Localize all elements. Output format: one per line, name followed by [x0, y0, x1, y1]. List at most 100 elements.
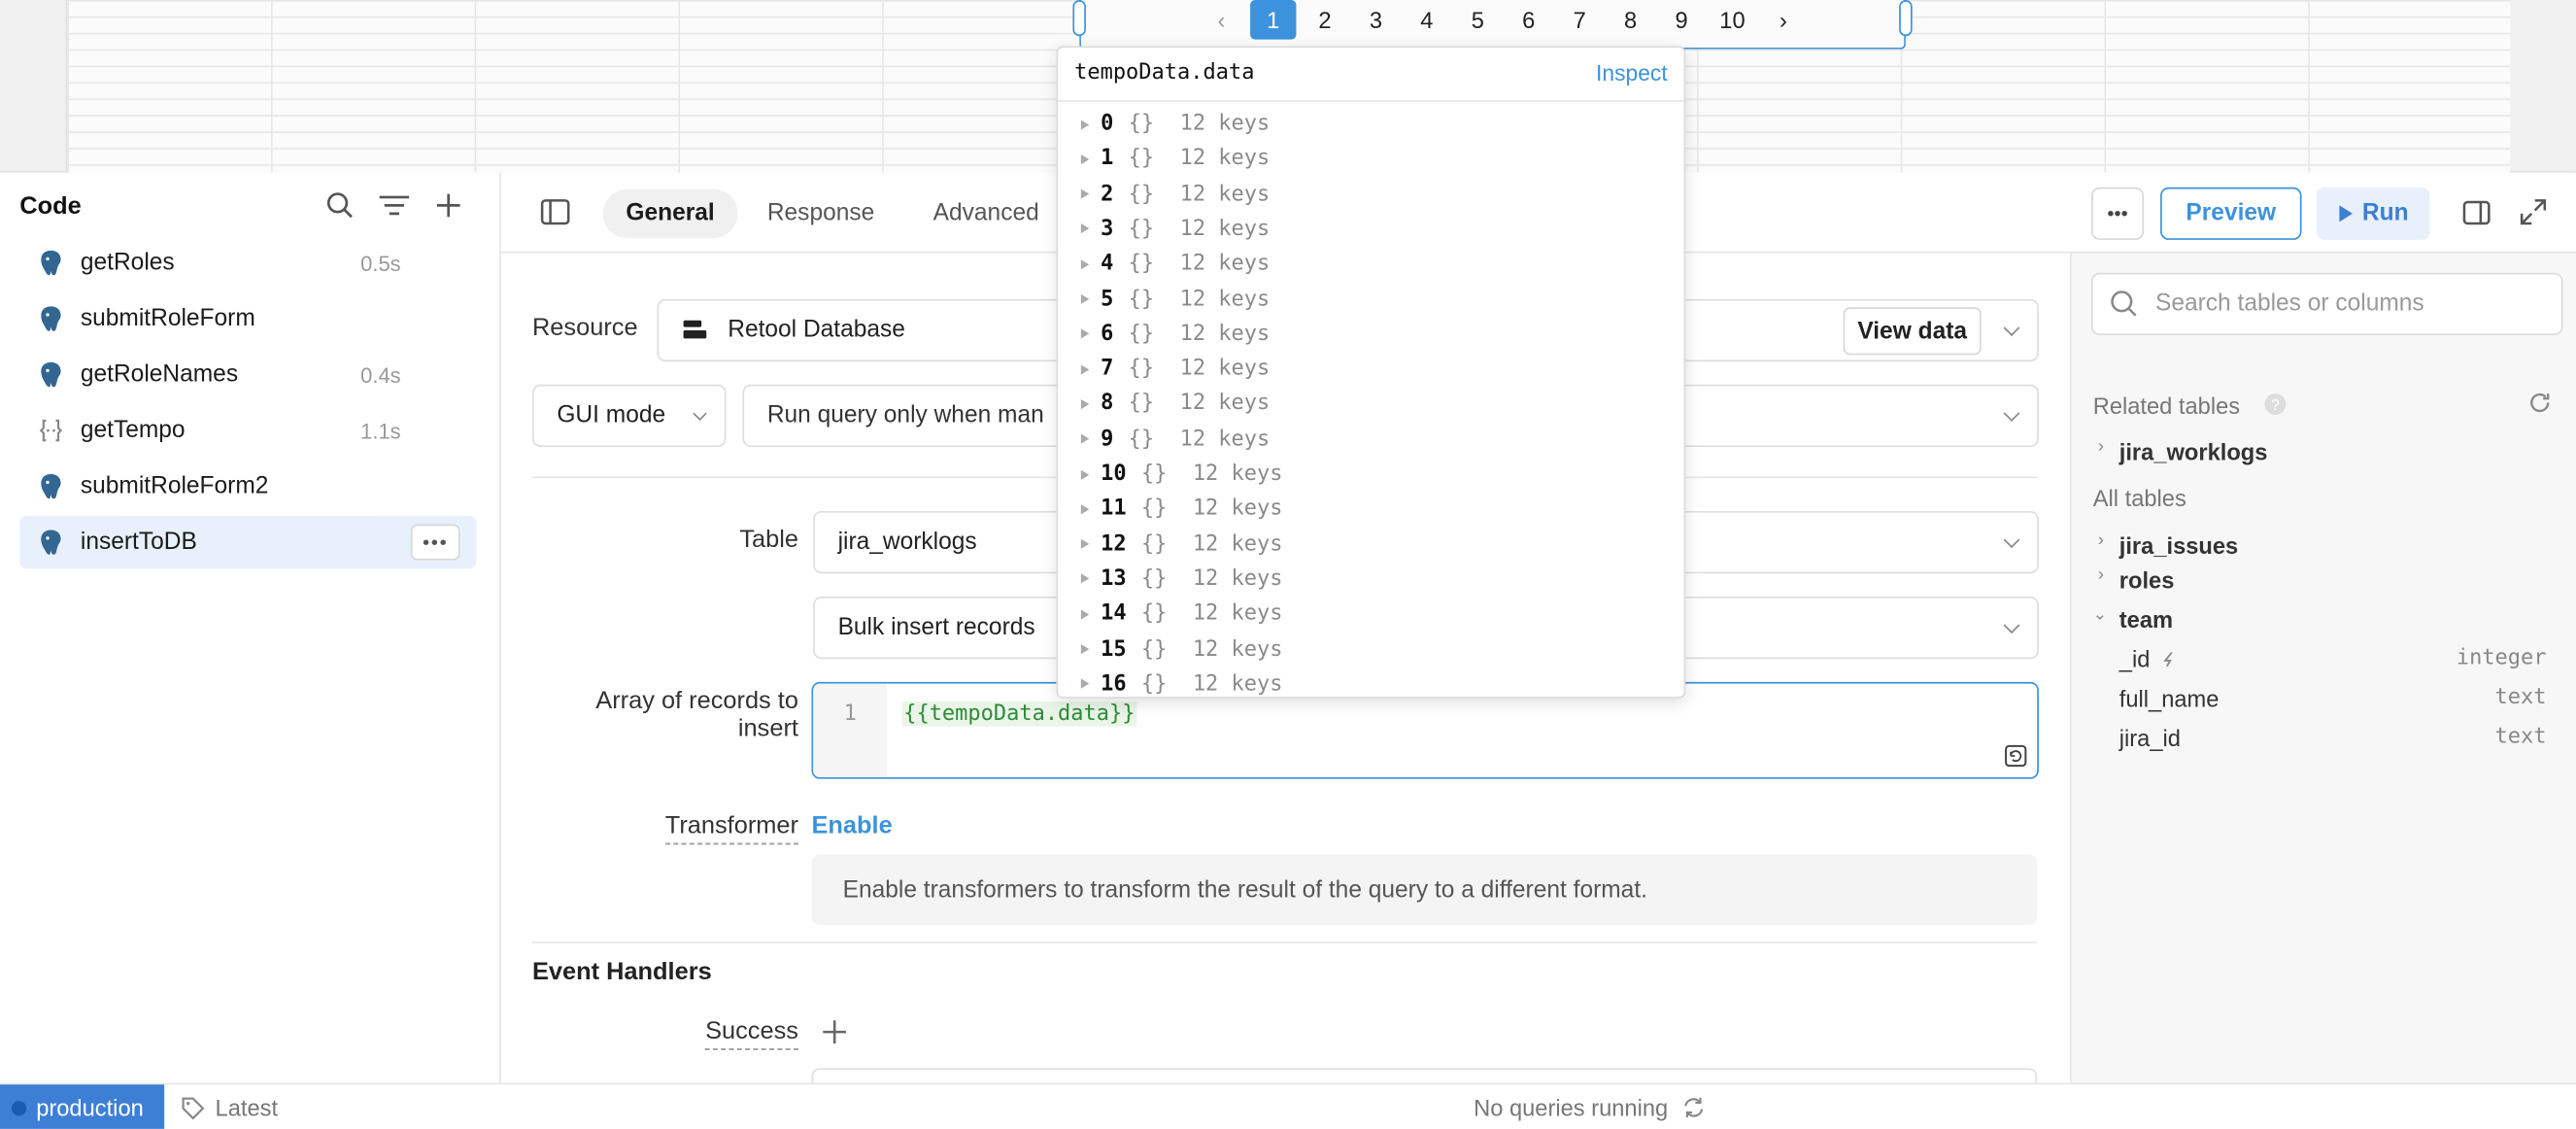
query-item-submitroleform2[interactable]: submitRoleForm2 — [19, 461, 476, 513]
popup-row[interactable]: 16 {} 12 keys — [1080, 667, 1282, 697]
popup-row[interactable]: 7 {} 12 keys — [1080, 352, 1270, 387]
query-item-getrolenames[interactable]: getRoleNames 0.4s — [19, 349, 476, 401]
query-item-inserttodb[interactable]: insertToDB ••• — [19, 516, 477, 569]
expand-arrow-icon[interactable] — [1080, 573, 1090, 585]
popup-row[interactable]: 9 {} 12 keys — [1080, 422, 1270, 457]
expand-arrow-icon[interactable] — [1080, 608, 1090, 620]
key-icon — [2163, 651, 2173, 667]
page-6-button[interactable]: 6 — [1504, 0, 1554, 40]
popup-row[interactable]: 13 {} 12 keys — [1080, 562, 1282, 597]
table-item[interactable]: roles — [2119, 566, 2175, 593]
expand-arrow-icon[interactable] — [1080, 328, 1090, 339]
split-view-icon[interactable] — [2462, 200, 2491, 225]
more-actions-button[interactable]: ••• — [2091, 187, 2145, 240]
expand-arrow-icon[interactable] — [1080, 538, 1090, 550]
resize-handle-left[interactable] — [1072, 0, 1086, 37]
popup-row[interactable]: 14 {} 12 keys — [1080, 597, 1282, 632]
popup-row[interactable]: 2 {} 12 keys — [1080, 177, 1270, 212]
query-item-getroles[interactable]: getRoles 0.5s — [19, 237, 476, 290]
next-page-icon[interactable]: › — [1758, 0, 1809, 40]
expand-arrow-icon[interactable] — [1080, 293, 1090, 304]
popup-row[interactable]: 6 {} 12 keys — [1080, 317, 1270, 352]
run-button[interactable]: Run — [2316, 187, 2430, 240]
preview-button[interactable]: Preview — [2160, 187, 2302, 240]
page-8-button[interactable]: 8 — [1605, 0, 1655, 40]
run-label: Run — [2361, 200, 2409, 227]
popup-row[interactable]: 15 {} 12 keys — [1080, 632, 1282, 667]
popup-row[interactable]: 11 {} 12 keys — [1080, 492, 1282, 527]
tab-advanced[interactable]: Advanced — [910, 188, 1062, 238]
expand-arrow-icon[interactable] — [1080, 223, 1090, 234]
expand-arrow-icon[interactable] — [1080, 433, 1090, 444]
toggle-panel-icon[interactable] — [540, 199, 570, 225]
expand-arrow-icon[interactable] — [1080, 503, 1090, 515]
expand-arrow-icon[interactable] — [1080, 119, 1090, 129]
popup-row[interactable]: 12 {} 12 keys — [1080, 527, 1283, 562]
table-item-expanded[interactable]: team — [2119, 606, 2173, 633]
schema-panel: Search tables or columns Related tables … — [2070, 253, 2576, 1083]
expand-editor-icon[interactable] — [2004, 744, 2027, 768]
row-value: {} 12 keys — [1140, 531, 1283, 557]
filter-icon[interactable] — [378, 190, 411, 220]
page-1-button[interactable]: 1 — [1250, 0, 1297, 40]
expand-icon[interactable] — [2520, 199, 2547, 225]
popup-row[interactable]: 4 {} 12 keys — [1080, 247, 1270, 282]
page-9-button[interactable]: 9 — [1656, 0, 1707, 40]
expand-arrow-icon[interactable] — [1080, 154, 1090, 164]
related-table-item[interactable]: jira_worklogs — [2119, 439, 2268, 465]
help-icon[interactable]: ? — [2264, 393, 2288, 416]
search-icon[interactable] — [325, 190, 355, 220]
table-value: jira_worklogs — [837, 529, 977, 556]
transformer-enable-link[interactable]: Enable — [812, 812, 893, 840]
page-2-button[interactable]: 2 — [1300, 0, 1350, 40]
table-item[interactable]: jira_issues — [2119, 532, 2238, 559]
popup-row[interactable]: 1 {} 12 keys — [1080, 142, 1270, 177]
expand-arrow-icon[interactable] — [1080, 468, 1090, 480]
chevron-down-icon — [2003, 405, 2020, 422]
expand-arrow-icon[interactable] — [1080, 643, 1090, 655]
sync-icon[interactable] — [1682, 1096, 1706, 1119]
page-7-button[interactable]: 7 — [1554, 0, 1605, 40]
popup-row[interactable]: 3 {} 12 keys — [1080, 212, 1270, 247]
page-3-button[interactable]: 3 — [1350, 0, 1401, 40]
page-4-button[interactable]: 4 — [1402, 0, 1452, 40]
expand-arrow-icon[interactable] — [1080, 398, 1090, 409]
more-options-icon[interactable]: ••• — [410, 524, 460, 561]
expand-arrow-icon[interactable] — [1080, 258, 1090, 269]
resize-handle-right[interactable] — [1899, 0, 1913, 37]
refresh-icon[interactable] — [2528, 392, 2552, 415]
expand-arrow-icon[interactable] — [1080, 679, 1090, 690]
query-item-gettempo[interactable]: getTempo 1.1s — [19, 404, 476, 457]
add-query-icon[interactable] — [434, 190, 463, 220]
page-10-button[interactable]: 10 — [1707, 0, 1757, 40]
chevron-right-icon[interactable]: › — [2098, 530, 2104, 550]
mode-select[interactable]: GUI mode — [531, 384, 727, 448]
environment-badge[interactable]: production — [0, 1084, 165, 1129]
expand-arrow-icon[interactable] — [1080, 188, 1090, 199]
page-5-button[interactable]: 5 — [1452, 0, 1503, 40]
add-handler-icon[interactable] — [822, 1019, 848, 1045]
expand-arrow-icon[interactable] — [1080, 363, 1090, 374]
schema-search-input[interactable]: Search tables or columns — [2091, 272, 2563, 336]
popup-row[interactable]: 0 {} 12 keys — [1080, 107, 1270, 142]
popup-row[interactable]: 5 {} 12 keys — [1080, 282, 1270, 317]
view-data-button[interactable]: View data — [1843, 307, 1982, 356]
postgres-icon — [36, 304, 65, 333]
prev-page-icon[interactable]: ‹ — [1196, 0, 1246, 40]
chevron-right-icon[interactable]: › — [2098, 565, 2104, 585]
query-time: 1.1s — [360, 418, 401, 443]
code-text[interactable]: {{tempoData.data}} — [901, 701, 1137, 727]
query-item-submitroleform[interactable]: submitRoleForm — [19, 292, 476, 345]
popup-row[interactable]: 10 {} 12 keys — [1080, 457, 1282, 492]
popup-row[interactable]: 8 {} 12 keys — [1080, 387, 1270, 422]
tab-response[interactable]: Response — [744, 188, 898, 238]
chevron-down-icon[interactable]: ⌄ — [2093, 606, 2107, 625]
search-placeholder: Search tables or columns — [2154, 291, 2424, 318]
app-root: ‹ 1 2 3 4 5 6 7 8 9 10 › Code getRoles 0… — [0, 0, 2576, 1129]
inspect-link[interactable]: Inspect — [1596, 61, 1668, 86]
column-type: text — [2494, 685, 2547, 710]
chevron-right-icon[interactable]: › — [2098, 437, 2104, 457]
transformer-hint: Enable transformers to transform the res… — [811, 854, 2038, 926]
version-label[interactable]: Latest — [216, 1094, 279, 1120]
tab-general[interactable]: General — [602, 188, 738, 239]
